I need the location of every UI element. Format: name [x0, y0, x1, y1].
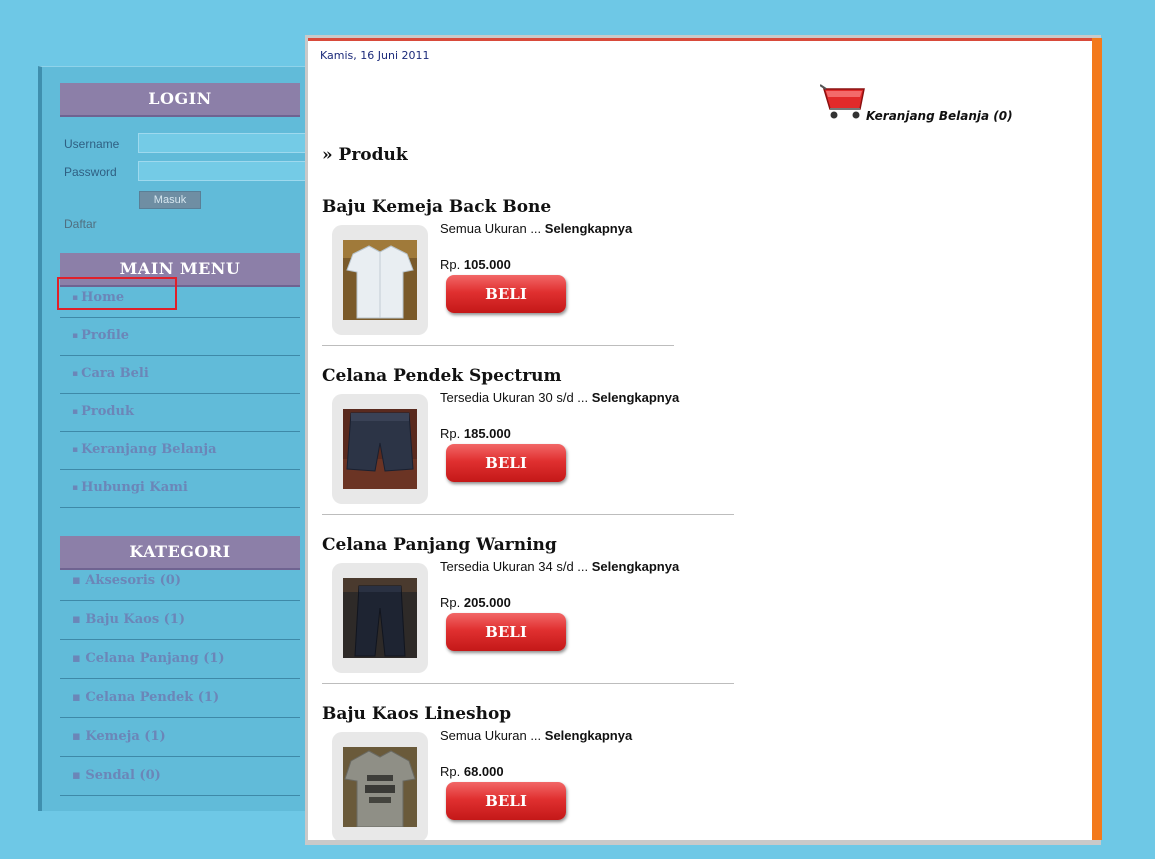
- main-menu: ▪ Home ▪ Profile ▪ Cara Beli ▪ Produk ▪ Keran…: [57, 277, 300, 508]
- product-card: Celana Pendek Spectrum Tersedia Ukuran 3…: [322, 366, 742, 515]
- menu-item-label: Cara Beli: [81, 366, 149, 381]
- login-submit-button[interactable]: Masuk: [139, 191, 201, 209]
- menu-item-keranjang-belanja[interactable]: ▪ Keranjang Belanja: [60, 432, 300, 470]
- pants-photo-icon: [343, 578, 417, 658]
- username-input[interactable]: [138, 133, 306, 153]
- product-price: Rp. 205.000: [440, 595, 511, 610]
- menu-item-label: Produk: [81, 404, 134, 419]
- category-item-celana-pendek[interactable]: ▪ Celana Pendek (1): [60, 679, 300, 718]
- password-label: Password: [64, 165, 117, 179]
- category-item-baju-kaos[interactable]: ▪ Baju Kaos (1): [60, 601, 300, 640]
- product-divider: [322, 345, 674, 346]
- category-label: Baju Kaos (1): [85, 612, 186, 627]
- password-input[interactable]: [138, 161, 306, 181]
- bullet-icon: ▪: [72, 690, 86, 705]
- category-label: Sendal (0): [85, 768, 161, 783]
- main-content: Kamis, 16 Juni 2011 Keranjang Belanja (0…: [308, 38, 1092, 840]
- menu-item-produk[interactable]: ▪ Produk: [60, 394, 300, 432]
- login-heading: LOGIN: [60, 83, 300, 117]
- menu-item-label: Profile: [81, 328, 130, 343]
- category-item-sendal[interactable]: ▪ Sendal (0): [60, 757, 300, 796]
- product-image[interactable]: [332, 732, 428, 840]
- cart-label: Keranjang Belanja (0): [866, 109, 1013, 123]
- bullet-icon: ▪: [72, 407, 79, 417]
- product-image[interactable]: [332, 225, 428, 335]
- scroll-accent-bar: [1092, 38, 1102, 840]
- product-card: Baju Kemeja Back Bone Semua Ukuran ... S…: [322, 197, 742, 346]
- more-link[interactable]: Selengkapnya: [545, 221, 632, 236]
- product-name[interactable]: Baju Kemeja Back Bone: [322, 197, 742, 217]
- product-price: Rp. 105.000: [440, 257, 511, 272]
- bullet-icon: ▪: [72, 612, 86, 627]
- bullet-icon: ▪: [72, 729, 86, 744]
- buy-button[interactable]: BELI: [446, 275, 566, 313]
- bullet-icon: ▪: [72, 445, 79, 455]
- product-description: Tersedia Ukuran 30 s/d ... Selengkapnya: [440, 390, 680, 405]
- product-image[interactable]: [332, 394, 428, 504]
- shorts-photo-icon: [343, 409, 417, 489]
- category-item-celana-panjang[interactable]: ▪ Celana Panjang (1): [60, 640, 300, 679]
- category-label: Celana Pendek (1): [85, 690, 220, 705]
- product-name[interactable]: Celana Pendek Spectrum: [322, 366, 742, 386]
- cart-link[interactable]: Keranjang Belanja (0): [819, 81, 1013, 125]
- product-card: Baju Kaos Lineshop Semua Ukuran ... Sele…: [322, 704, 742, 840]
- bullet-icon: ▪: [72, 331, 79, 341]
- product-divider: [322, 514, 734, 515]
- buy-button[interactable]: BELI: [446, 782, 566, 820]
- product-description: Tersedia Ukuran 34 s/d ... Selengkapnya: [440, 559, 680, 574]
- username-label: Username: [64, 137, 120, 151]
- product-divider: [322, 683, 734, 684]
- product-name[interactable]: Baju Kaos Lineshop: [322, 704, 742, 724]
- product-price: Rp. 68.000: [440, 764, 504, 779]
- buy-button[interactable]: BELI: [446, 613, 566, 651]
- sidebar: LOGIN Username Password Masuk Daftar MAI…: [38, 66, 310, 811]
- menu-item-label: Keranjang Belanja: [81, 442, 217, 457]
- category-list: ▪ Aksesoris (0) ▪ Baju Kaos (1) ▪ Celana…: [60, 562, 300, 796]
- menu-item-hubungi-kami[interactable]: ▪ Hubungi Kami: [60, 470, 300, 508]
- product-description: Semua Ukuran ... Selengkapnya: [440, 728, 633, 743]
- tshirt-photo-icon: [343, 747, 417, 827]
- register-link[interactable]: Daftar: [64, 217, 97, 231]
- bullet-icon: ▪: [72, 768, 86, 783]
- current-date: Kamis, 16 Juni 2011: [320, 49, 430, 62]
- category-label: Kemeja (1): [85, 729, 166, 744]
- shopping-cart-icon: [819, 84, 865, 119]
- product-image[interactable]: [332, 563, 428, 673]
- bullet-icon: ▪: [72, 483, 79, 493]
- product-description: Semua Ukuran ... Selengkapnya: [440, 221, 633, 236]
- buy-button[interactable]: BELI: [446, 444, 566, 482]
- category-label: Aksesoris (0): [85, 573, 181, 588]
- menu-item-home[interactable]: ▪ Home: [57, 277, 300, 318]
- category-item-aksesoris[interactable]: ▪ Aksesoris (0): [60, 562, 300, 601]
- bullet-icon: ▪: [72, 651, 86, 666]
- category-item-kemeja[interactable]: ▪ Kemeja (1): [60, 718, 300, 757]
- menu-item-cara-beli[interactable]: ▪ Cara Beli: [60, 356, 300, 394]
- menu-item-profile[interactable]: ▪ Profile: [60, 318, 300, 356]
- product-price: Rp. 185.000: [440, 426, 511, 441]
- product-name[interactable]: Celana Panjang Warning: [322, 535, 742, 555]
- section-title: » Produk: [322, 145, 408, 165]
- more-link[interactable]: Selengkapnya: [592, 559, 679, 574]
- selection-highlight: [57, 277, 177, 310]
- more-link[interactable]: Selengkapnya: [545, 728, 632, 743]
- menu-item-label: Hubungi Kami: [81, 480, 188, 495]
- more-link[interactable]: Selengkapnya: [592, 390, 679, 405]
- bullet-icon: ▪: [72, 573, 86, 588]
- bullet-icon: ▪: [72, 369, 79, 379]
- shirt-photo-icon: [343, 240, 417, 320]
- product-card: Celana Panjang Warning Tersedia Ukuran 3…: [322, 535, 742, 684]
- category-label: Celana Panjang (1): [85, 651, 225, 666]
